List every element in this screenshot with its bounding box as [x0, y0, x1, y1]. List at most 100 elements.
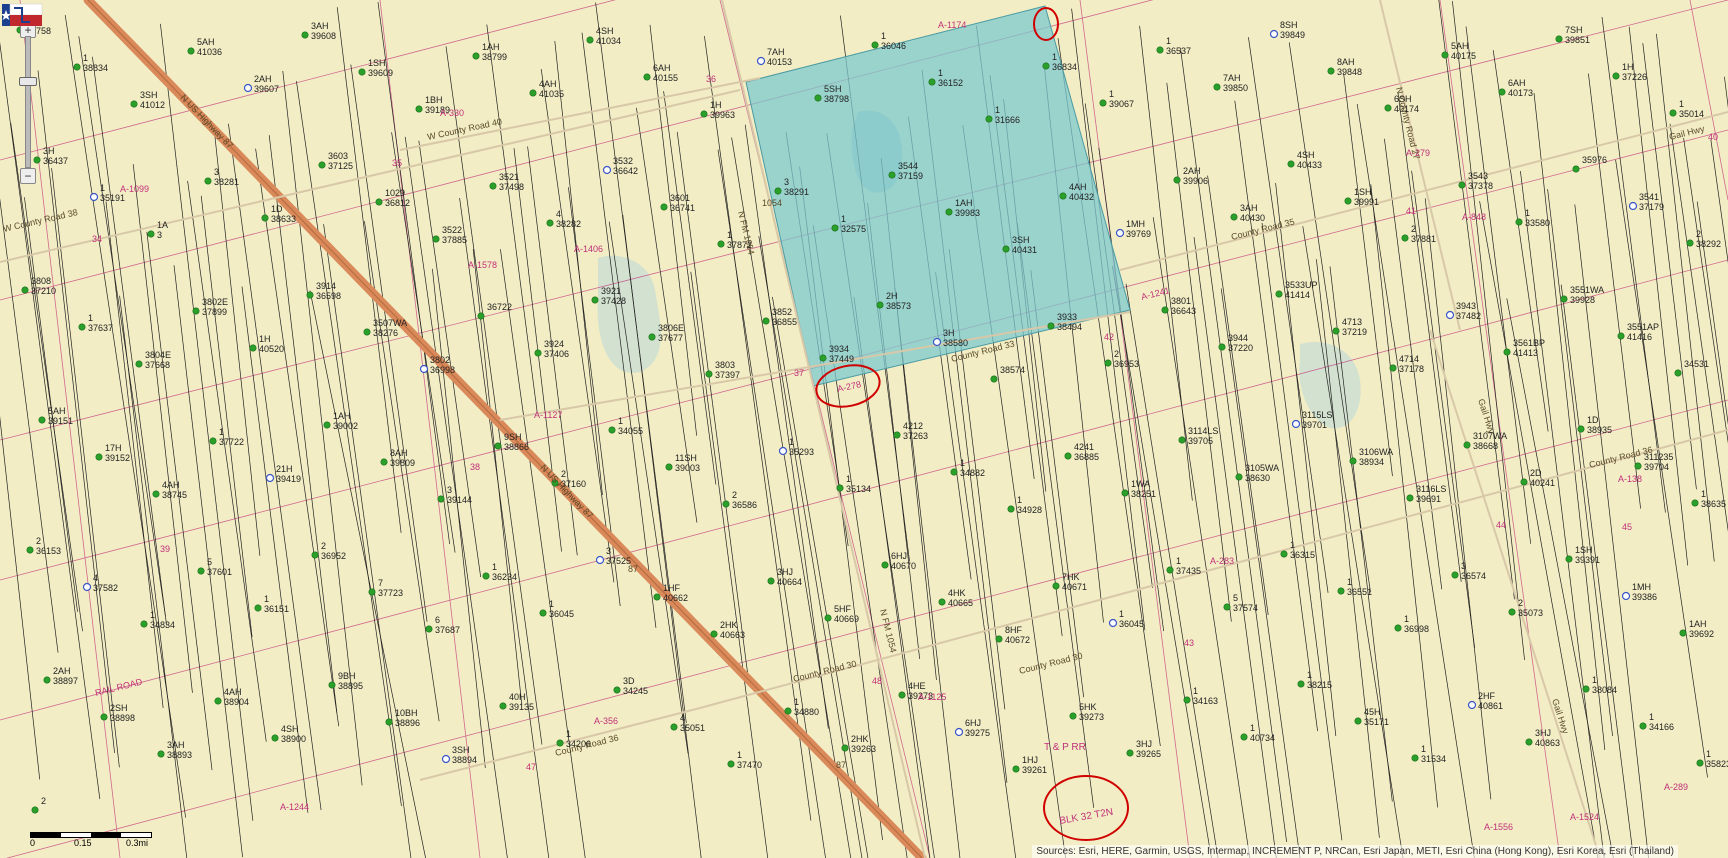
well-api-label: 38494 [1057, 322, 1082, 332]
zoom-slider-track[interactable] [25, 36, 31, 168]
well-api-label: 34245 [623, 686, 648, 696]
map-canvas[interactable]: 2367581388343SH410125AH410362AH396073AH3… [0, 0, 1728, 858]
well-id-label: 8SH [1280, 20, 1298, 30]
well-symbol-active [710, 630, 718, 638]
well-symbol-active [814, 94, 822, 102]
road-shield-87-a: 87 [628, 564, 638, 574]
well-api-label: 41035 [539, 89, 564, 99]
well-api-label: 41416 [1627, 332, 1652, 342]
well-symbol-active [1230, 213, 1238, 221]
well-api-label: 37482 [1456, 311, 1481, 321]
well-id-label: 4SH [1297, 150, 1315, 160]
well-symbol-active [928, 78, 936, 86]
well-id-label: 3HJ [1535, 728, 1551, 738]
well-id-label: 1SH [1575, 545, 1593, 555]
well-symbol-active [705, 370, 713, 378]
well-symbol-active [767, 577, 775, 585]
well-symbol-active [762, 317, 770, 325]
well-api-label: 37668 [145, 360, 170, 370]
well-symbol-active [648, 333, 656, 341]
well-api-label: 36834 [1052, 62, 1077, 72]
well-id-label: 3561BP [1513, 338, 1545, 348]
well-id-label: 3SH [140, 90, 158, 100]
svg-text:A-1578: A-1578 [468, 260, 497, 270]
well-symbol-active [1213, 83, 1221, 91]
well-api-label: 35823 [1706, 759, 1728, 769]
well-id-label: 3806E [658, 323, 684, 333]
well-symbol-active [1007, 505, 1015, 513]
well-api-label: 38893 [167, 750, 192, 760]
map-view[interactable]: 2367581388343SH410125AH410362AH396073AH3… [0, 0, 1728, 858]
well-api-label: 39991 [1354, 197, 1379, 207]
well-id-label: 3H [943, 328, 955, 338]
well-symbol-active [831, 224, 839, 232]
well-symbol-active [261, 214, 269, 222]
well-symbol-active [1287, 160, 1295, 168]
svg-text:A-1406: A-1406 [574, 244, 603, 254]
well-id-label: 5HF [834, 604, 852, 614]
well-symbol-active [539, 609, 547, 617]
svg-text:40: 40 [1708, 132, 1718, 142]
well-symbol-active [1099, 99, 1107, 107]
well-api-label: 3 [157, 230, 162, 240]
well-symbol-active [1166, 566, 1174, 574]
rrc-logo-icon [1, 3, 43, 26]
well-api-label: 38894 [452, 755, 477, 765]
well-id-label: 1 [841, 214, 846, 224]
well-symbol-inactive [1628, 201, 1638, 211]
well-symbol-active [1577, 425, 1585, 433]
well-api-label: 36537 [1166, 46, 1191, 56]
well-symbol-active [643, 73, 651, 81]
svg-text:47: 47 [526, 762, 536, 772]
well-id-label: 1029 [385, 188, 405, 198]
svg-text:45: 45 [1622, 522, 1632, 532]
well-id-label: 8HF [1005, 625, 1023, 635]
zoom-control[interactable]: + − [14, 22, 40, 184]
well-symbol-active [1280, 550, 1288, 558]
well-api-label: 40431 [1012, 245, 1037, 255]
well-api-label: 37498 [499, 182, 524, 192]
well-id-label: 4AH [539, 79, 557, 89]
well-api-label: 40665 [948, 598, 973, 608]
well-id-label: 2HK [851, 734, 869, 744]
well-id-label: 8AH [1337, 57, 1355, 67]
well-id-label: 1 [1109, 89, 1114, 99]
well-id-label: 3106WA [1359, 447, 1393, 457]
well-symbol-active [472, 52, 480, 60]
svg-text:48: 48 [872, 676, 882, 686]
well-id-label: 3933 [1057, 312, 1077, 322]
well-symbol-active [432, 235, 440, 243]
scale-label-mid: 0.15 [74, 838, 92, 848]
well-api-label: 38251 [1131, 489, 1156, 499]
well-api-label: 39265 [1136, 749, 1161, 759]
well-id-label: 1HJ [1022, 755, 1038, 765]
well-api-label: 39151 [48, 416, 73, 426]
well-api-label: 38866 [504, 442, 529, 452]
zoom-slider-handle[interactable] [19, 77, 37, 86]
zoom-out-button[interactable]: − [20, 168, 36, 184]
well-id-label: 2D [1530, 468, 1542, 478]
well-id-label: 2 [1114, 349, 1119, 359]
well-symbol-active [38, 416, 46, 424]
well-id-label: 3924 [544, 339, 564, 349]
well-symbol-active [653, 593, 661, 601]
well-symbol-active [425, 625, 433, 633]
well-id-label: 1 [1421, 744, 1426, 754]
well-symbol-active [157, 750, 165, 758]
well-id-label: 1H [259, 334, 271, 344]
well-api-label: 36437 [43, 156, 68, 166]
well-api-label: 40433 [1297, 160, 1322, 170]
well-id-label: 1 [995, 105, 1000, 115]
svg-text:35: 35 [392, 158, 402, 168]
well-api-label: 34166 [1649, 722, 1674, 732]
well-api-label: 36885 [1074, 452, 1099, 462]
well-api-label: 39144 [447, 495, 472, 505]
well-id-label: 2 [41, 796, 46, 806]
well-api-label: 32575 [841, 224, 866, 234]
well-api-label: 34163 [1193, 696, 1218, 706]
well-id-label: 1 [1017, 495, 1022, 505]
svg-text:42: 42 [1104, 332, 1114, 342]
well-id-label: 1 [264, 594, 269, 604]
well-id-label: 3533UP [1285, 280, 1318, 290]
well-api-label: 37637 [88, 323, 113, 333]
